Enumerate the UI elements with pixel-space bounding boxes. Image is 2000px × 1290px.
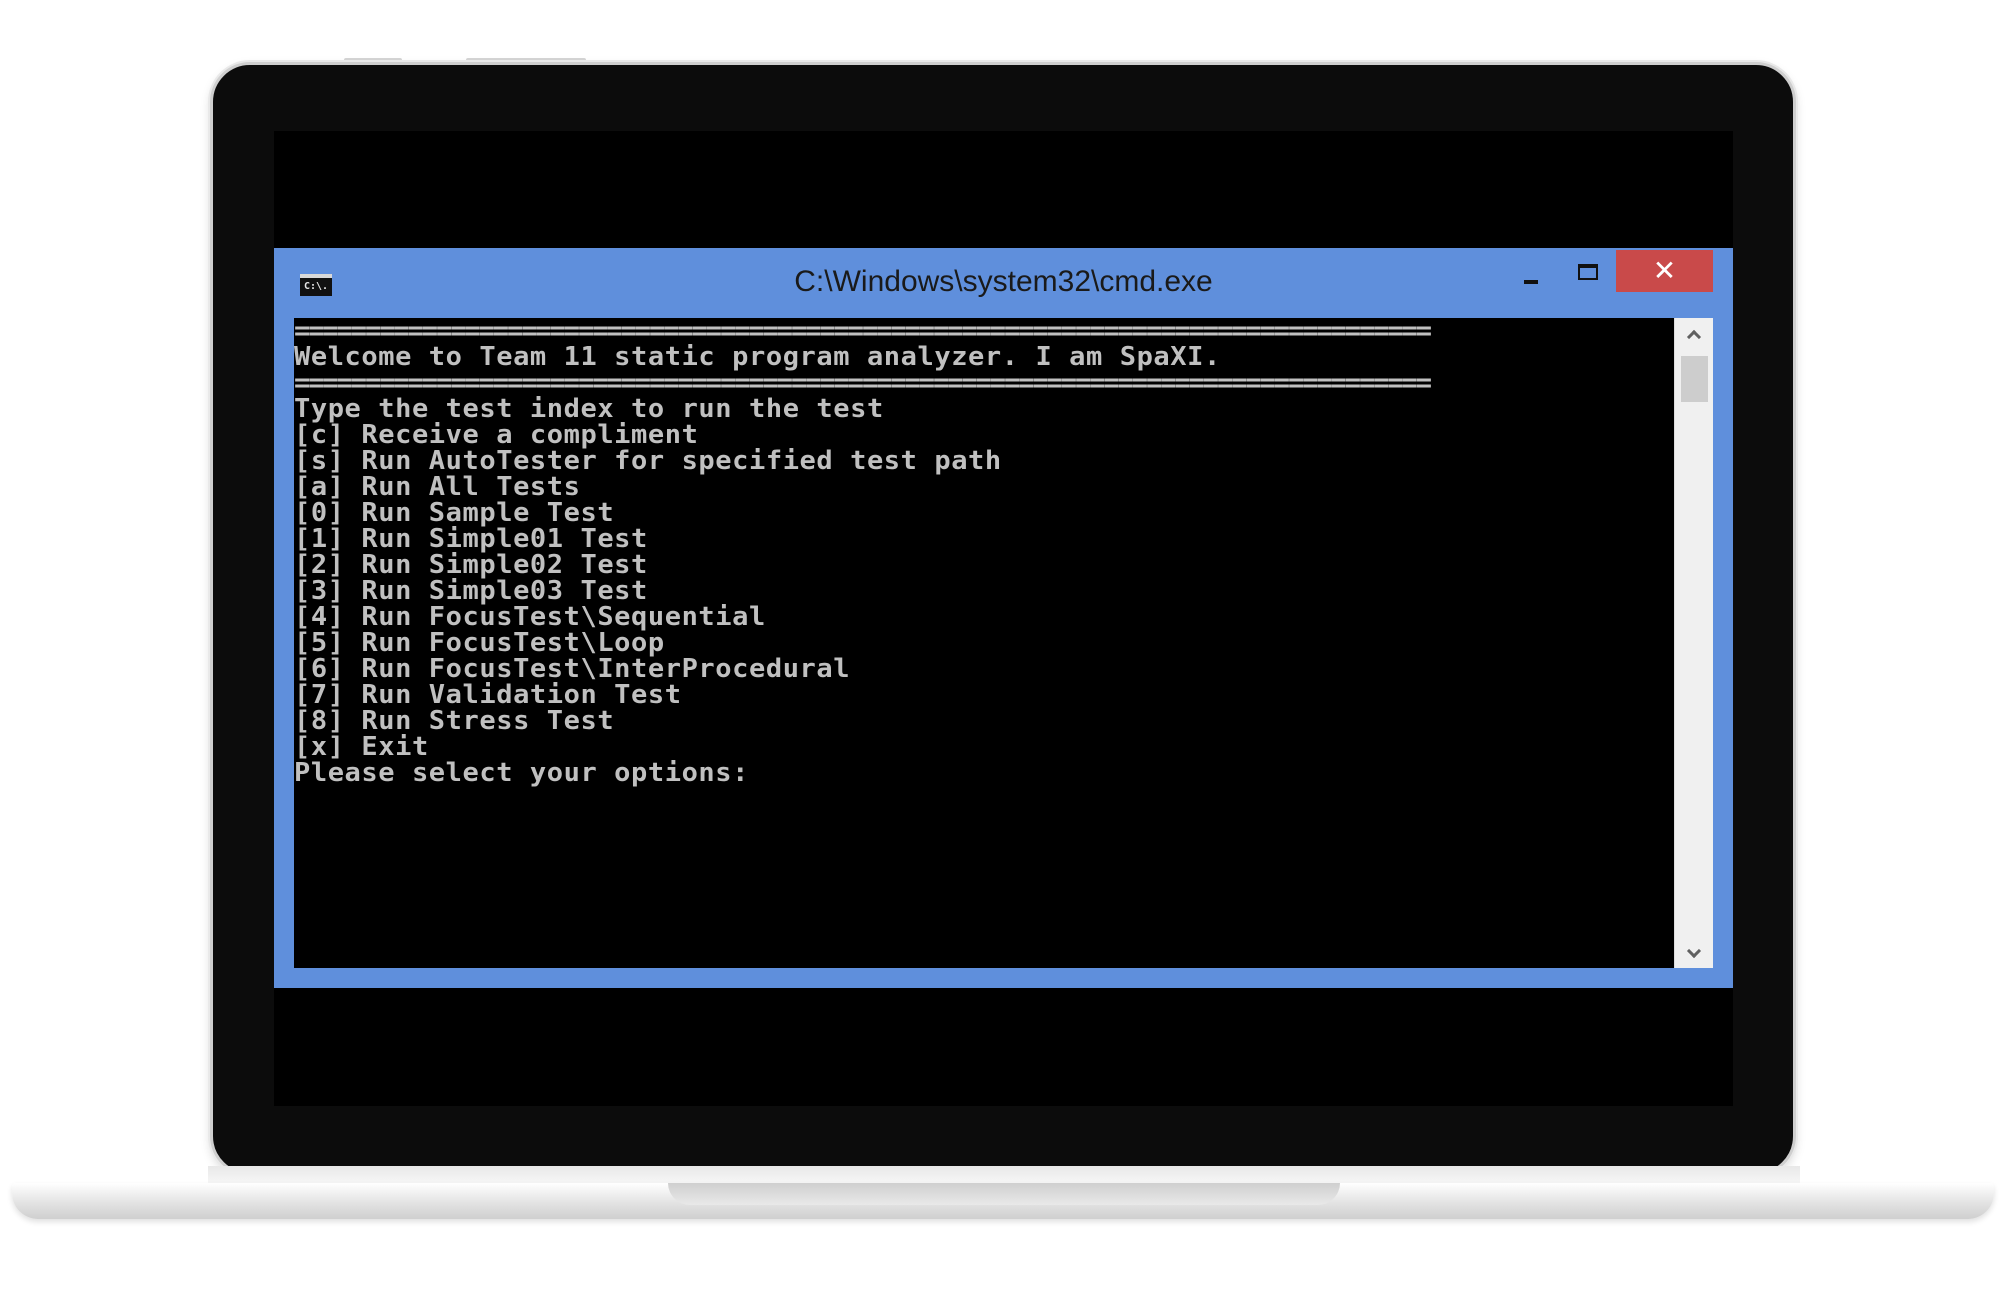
console-line: Welcome to Team 11 static program analyz…: [294, 342, 1221, 372]
console-line: [2] Run Simple02 Test: [294, 550, 648, 580]
scroll-down-button[interactable]: [1675, 932, 1713, 968]
console-line: [5] Run FocusTest\Loop: [294, 628, 665, 658]
title-bar[interactable]: C:\. C:\Windows\system32\cmd.exe ✕: [274, 248, 1733, 318]
maximize-button[interactable]: [1558, 250, 1614, 294]
vertical-scrollbar[interactable]: [1674, 318, 1713, 968]
console-line: [6] Run FocusTest\InterProcedural: [294, 654, 851, 684]
minimize-button[interactable]: [1506, 250, 1558, 294]
console-line: [0] Run Sample Test: [294, 498, 615, 528]
console-area[interactable]: ========================================…: [294, 318, 1713, 968]
console-line: [a] Run All Tests: [294, 472, 581, 502]
scroll-thumb[interactable]: [1681, 356, 1708, 402]
maximize-icon: [1578, 264, 1598, 280]
console-line: [8] Run Stress Test: [294, 706, 615, 736]
separator-line: ========================================…: [294, 368, 1432, 398]
laptop-mockup: C:\. C:\Windows\system32\cmd.exe ✕ =====…: [0, 0, 2000, 1290]
scroll-up-button[interactable]: [1675, 318, 1713, 354]
console-line: [3] Run Simple03 Test: [294, 576, 648, 606]
separator-line: ========================================…: [294, 318, 1432, 346]
laptop-base-notch: [668, 1183, 1340, 1205]
console-line: [x] Exit: [294, 732, 429, 762]
minimize-icon: [1524, 280, 1538, 284]
console-line: Please select your options:: [294, 758, 749, 788]
console-line: [4] Run FocusTest\Sequential: [294, 602, 766, 632]
close-button[interactable]: ✕: [1616, 250, 1713, 292]
console-line: [1] Run Simple01 Test: [294, 524, 648, 554]
close-icon: ✕: [1652, 254, 1677, 287]
console-line: [7] Run Validation Test: [294, 680, 682, 710]
chevron-down-icon: [1686, 943, 1702, 959]
console-line: [s] Run AutoTester for specified test pa…: [294, 446, 1002, 476]
laptop-hinge: [208, 1166, 1800, 1184]
console-line: Type the test index to run the test: [294, 394, 884, 424]
cmd-window: C:\. C:\Windows\system32\cmd.exe ✕ =====…: [274, 248, 1733, 988]
console-line: [c] Receive a compliment: [294, 420, 699, 450]
console-output[interactable]: ========================================…: [294, 318, 1674, 968]
chevron-up-icon: [1686, 329, 1702, 345]
